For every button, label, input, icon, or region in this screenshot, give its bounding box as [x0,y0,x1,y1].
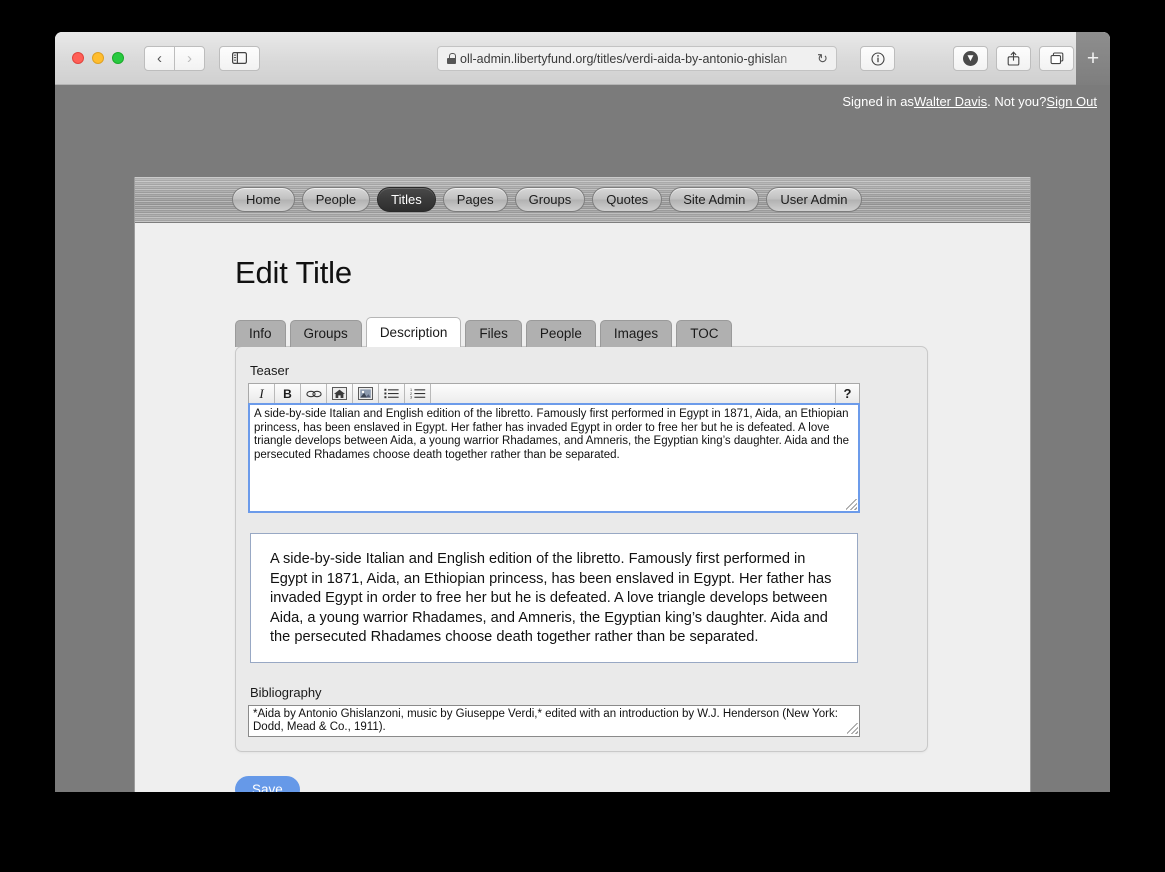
signed-in-middle: . Not you? [987,93,1047,109]
page-title: Edit Title [235,255,352,290]
signed-in-bar: Signed in as Walter Davis. Not you? Sign… [55,85,1110,117]
forward-button[interactable]: › [174,45,205,71]
description-form-panel: Teaser I B 1 2 3 ? A side-by-side Italia… [235,346,928,752]
main-navigation: Home People Titles Pages Groups Quotes S… [135,177,1030,223]
close-window-button[interactable] [72,52,84,64]
plus-icon: + [1086,46,1100,70]
nav-label: Titles [391,192,422,207]
house-glyph [332,387,347,401]
tab-info[interactable]: Info [235,320,286,348]
show-tabs-button[interactable] [1039,46,1074,71]
picture-glyph [358,387,373,401]
teaser-input[interactable] [248,403,860,514]
teaser-label: Teaser [250,363,290,379]
bibliography-textarea-holder [248,704,860,737]
nav-item-pages[interactable]: Pages [442,187,508,212]
nav-item-user-admin[interactable]: User Admin [766,187,862,212]
tab-groups[interactable]: Groups [289,320,362,348]
teaser-preview: A side-by-side Italian and English editi… [250,533,858,663]
editor-toolbar: I B 1 2 3 ? [248,383,860,404]
nav-item-site-admin[interactable]: Site Admin [669,187,760,212]
tab-label: Info [249,326,272,341]
reader-info-button[interactable] [860,46,895,71]
bold-icon[interactable]: B [275,384,301,404]
new-tab-button[interactable]: + [1076,32,1110,85]
nav-item-groups[interactable]: Groups [514,187,586,212]
sidebar-icon [232,52,247,64]
numbered-list-icon[interactable]: 1 2 3 [405,384,431,404]
current-user-link[interactable]: Walter Davis [914,94,987,109]
tab-toc[interactable]: TOC [676,320,733,348]
download-icon: ▼ [963,51,978,66]
italic-glyph: I [259,385,264,401]
nav-label: User Admin [780,192,848,207]
nav-label: Groups [528,192,572,207]
tab-label: People [539,326,582,341]
nav-label: Pages [456,192,494,207]
info-icon [870,51,885,66]
bold-glyph: B [283,386,292,401]
chain-link-glyph [305,390,322,397]
tabs-icon [1050,52,1063,65]
browser-window: ‹ › oll-admin.libertyfund.org/titles/ver… [55,32,1110,792]
chevron-right-icon: › [187,49,192,67]
nav-item-quotes[interactable]: Quotes [592,187,663,212]
teaser-editor: I B 1 2 3 ? A side-by-side Italian and E… [248,383,860,514]
tab-label: Images [613,326,659,341]
tab-label: Groups [303,326,348,341]
nav-item-home[interactable]: Home [232,187,295,212]
form-tab-bar: Info Groups Description Files People Ima… [235,317,1030,348]
browser-right-tools: ▼ [953,46,1076,71]
address-bar[interactable]: oll-admin.libertyfund.org/titles/verdi-a… [437,46,837,71]
save-button[interactable]: Save [235,775,300,792]
lock-icon [447,53,456,64]
back-button[interactable]: ‹ [144,45,175,71]
sign-out-link[interactable]: Sign Out [1046,94,1097,109]
nav-label: People [315,192,357,207]
tab-people[interactable]: People [525,320,596,348]
teaser-textarea-holder [248,403,860,514]
tab-files[interactable]: Files [465,320,522,348]
browser-toolbar: ‹ › oll-admin.libertyfund.org/titles/ver… [55,32,1110,85]
maximize-window-button[interactable] [112,52,124,64]
nav-label: Site Admin [683,192,746,207]
nav-label: Home [246,192,281,207]
navigation-buttons: ‹ › [144,45,207,71]
signed-in-prefix: Signed in as [842,93,914,109]
number-list-glyph: 1 2 3 [410,388,425,399]
bibliography-label: Bibliography [250,684,322,700]
tab-images[interactable]: Images [599,320,673,348]
reload-icon[interactable]: ↻ [815,51,830,67]
app-page: Home People Titles Pages Groups Quotes S… [134,177,1031,792]
link-icon[interactable] [301,384,327,404]
toolbar-spacer [431,384,835,404]
bibliography-field: Bibliography [248,685,860,737]
bibliography-input[interactable] [248,704,860,737]
help-icon[interactable]: ? [835,384,859,404]
bullet-list-glyph [384,388,399,399]
italic-icon[interactable]: I [249,384,275,404]
nav-label: Quotes [606,192,649,207]
share-button[interactable] [996,46,1031,71]
window-controls [72,52,124,64]
sidebar-toggle-button[interactable] [219,45,260,71]
teaser-preview-text: A side-by-side Italian and English editi… [270,551,832,646]
downloads-button[interactable]: ▼ [953,46,988,71]
bulleted-list-icon[interactable] [379,384,405,404]
tab-label: Description [379,325,448,340]
nav-item-people[interactable]: People [301,187,371,212]
chevron-left-icon: ‹ [157,49,162,67]
minimize-window-button[interactable] [92,52,104,64]
tab-label: TOC [690,326,719,341]
tab-label: Files [479,326,508,341]
page-content: Edit Title Info Groups Description Files… [135,223,1030,792]
page-viewport: Signed in as Walter Davis. Not you? Sign… [55,85,1110,792]
svg-text:3: 3 [410,396,412,399]
tab-description[interactable]: Description [365,317,462,348]
url-text: oll-admin.libertyfund.org/titles/verdi-a… [460,51,788,66]
anchor-home-icon[interactable] [327,384,353,404]
nav-item-titles[interactable]: Titles [377,187,436,212]
image-icon[interactable] [353,384,379,404]
share-icon [1007,51,1020,66]
